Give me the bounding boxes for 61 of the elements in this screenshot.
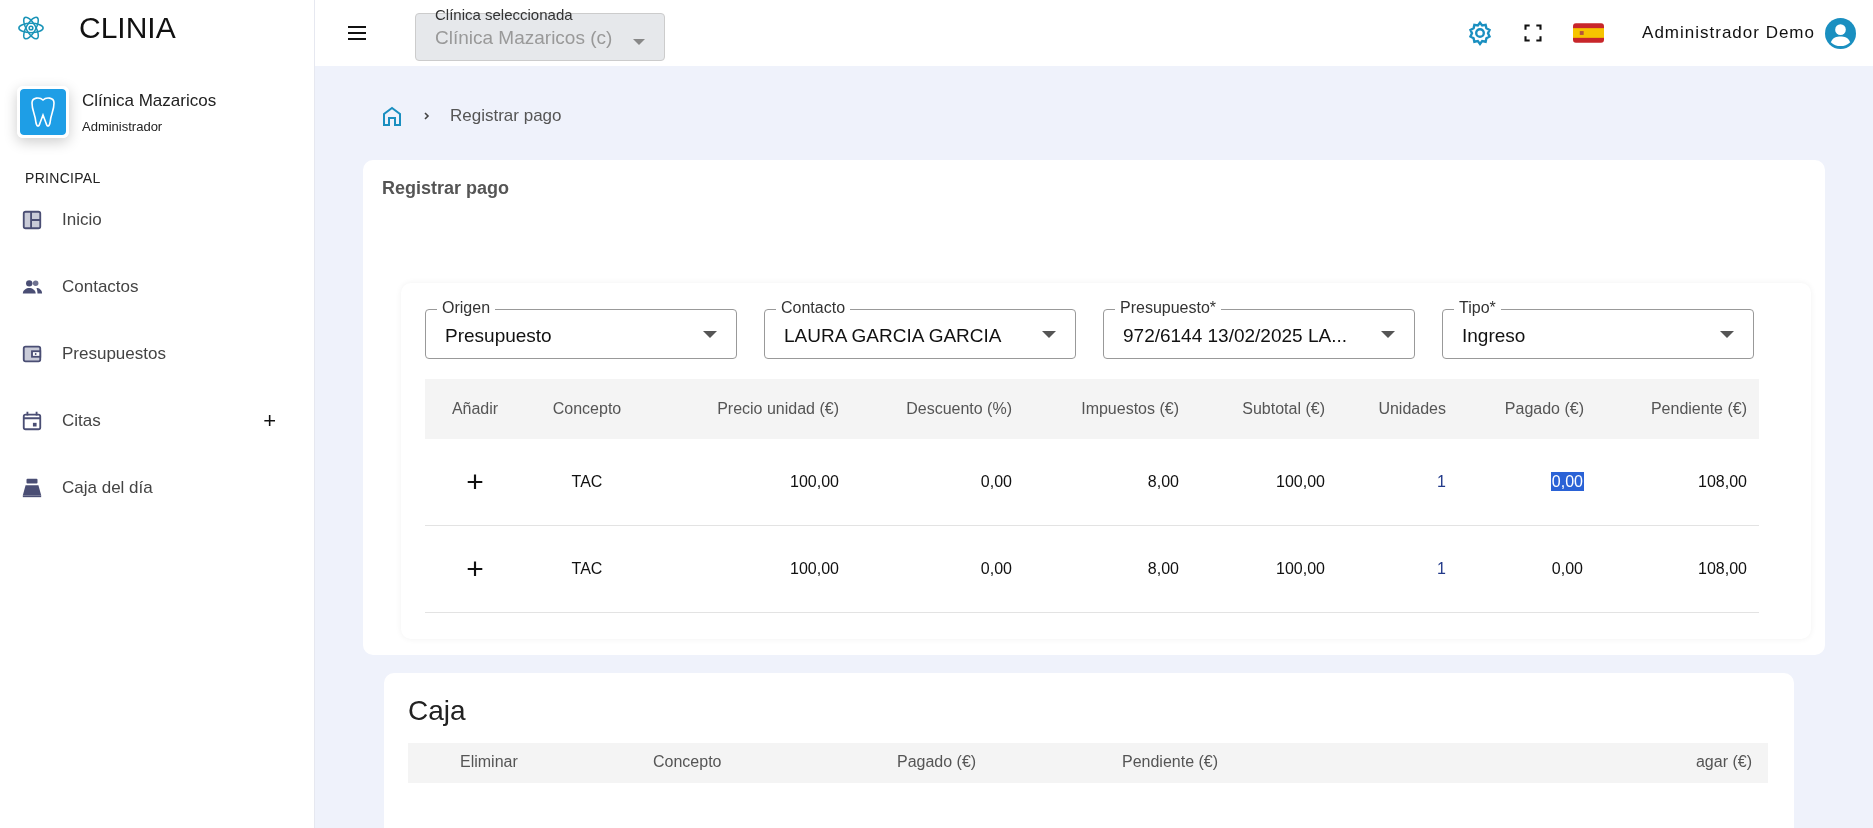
user-avatar-icon[interactable] [1825,17,1856,49]
select-field[interactable]: Tipo* Ingreso [1442,299,1754,359]
table-cell-text: 100,00 [1275,560,1325,578]
nav-item[interactable]: Inicio [62,209,102,230]
column-header: Descuento (%) [905,400,1012,418]
column-header: Eliminar [460,753,519,772]
paid-input[interactable]: 0,00 [1550,472,1584,491]
column-header: Precio unidad (€) [716,400,839,418]
add-button[interactable]: + [460,552,490,586]
add-button[interactable]: + [460,465,490,499]
table-cell-text: 108,00 [1697,560,1747,578]
table-cell-text: 8,00 [1146,560,1179,578]
dashboard-icon [21,208,43,231]
breadcrumb-current: Registrar pago [450,106,562,126]
user-name[interactable]: Administrador Demo [1642,23,1815,43]
select-field[interactable]: Origen Presupuesto [425,299,737,359]
paid-input[interactable]: 0,00 [1550,559,1584,578]
table-cell-text: 100,00 [789,473,839,491]
table-cell-text: 8,00 [1146,473,1179,491]
table-cell-text: TAC [570,473,604,491]
column-header: Subtotal (€) [1241,400,1325,418]
nav-item[interactable]: Presupuestos [62,343,166,364]
table-cell-text: 1 [1436,560,1446,578]
column-header: Pendiente (€) [1649,400,1747,418]
section-title: Caja [408,695,467,727]
calendar-icon [21,409,43,432]
column-header: Concepto [551,400,623,418]
flag-icon[interactable] [1573,23,1605,43]
column-header: Unidades [1377,400,1446,418]
table-cell-text: 0,00 [979,560,1012,578]
column-header: Añadir [450,400,500,418]
card-title: Registrar pago [382,178,511,199]
column-header: Pendiente (€) [1122,753,1219,772]
column-header: Pagado (€) [897,753,978,772]
user-role: Administrador [82,118,164,134]
table-cell-text: 1 [1436,473,1446,491]
chevron-icon [422,111,432,121]
fullscreen-icon[interactable] [1523,23,1544,43]
clinic-name: Clínica Mazaricos [82,90,217,111]
add-button[interactable]: + [263,407,276,434]
table-cell-text: 100,00 [789,560,839,578]
nav-item[interactable]: Contactos [62,276,139,297]
column-header: Concepto [653,753,723,772]
nav-item[interactable]: Citas [62,410,101,431]
atom-logo-icon [17,14,45,42]
cash-register-icon [21,476,43,499]
settings-icon[interactable] [1467,20,1494,46]
column-header: Impuestos (€) [1080,400,1179,418]
column-header: Pagado (€) [1503,400,1584,418]
table-cell-text: 0,00 [979,473,1012,491]
section-heading: PRINCIPAL [24,169,102,186]
select-field[interactable]: Contacto LAURA GARCIA GARCIA [764,299,1076,359]
column-header: agar (€) [1695,753,1752,772]
select-field[interactable]: Presupuesto* 972/6144 13/02/2025 LA... [1103,299,1415,359]
table-cell-text: 100,00 [1275,473,1325,491]
app-name: CLINIA [79,11,176,45]
home-icon[interactable] [380,104,404,128]
nav-item[interactable]: Caja del día [62,477,153,498]
table-cell-text: TAC [570,560,604,578]
table-cell-text: 108,00 [1697,473,1747,491]
tooth-avatar-icon [17,86,69,138]
